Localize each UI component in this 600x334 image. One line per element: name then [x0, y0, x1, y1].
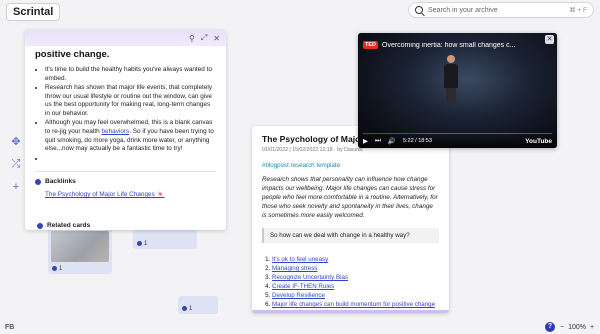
expand-icon[interactable]: ⤢: [201, 33, 207, 43]
search-icon: [415, 6, 423, 14]
video-embed[interactable]: TED Overcoming inertia: how small change…: [358, 33, 557, 148]
note-card-left[interactable]: ⚲ ⤢ ✕ positive change. It's time to buil…: [25, 30, 226, 230]
pin-icon[interactable]: ⚲: [189, 34, 195, 43]
play-icon[interactable]: ▶: [363, 137, 368, 145]
list-item: [45, 155, 216, 164]
list-item[interactable]: Develop Resilience: [272, 291, 439, 300]
thumb-image: [51, 231, 109, 262]
app-logo[interactable]: Scrintal: [6, 3, 61, 21]
backlinks-icon: [35, 178, 41, 185]
volume-icon[interactable]: 🔊: [388, 137, 396, 145]
bullet-list: It's time to build the healthy habits yo…: [25, 60, 226, 163]
card-footer-strip: [252, 310, 449, 313]
list-item[interactable]: Recognize Uncertainty Bias: [272, 273, 439, 282]
move-icon[interactable]: ✥: [10, 136, 22, 148]
list-item[interactable]: It's ok to feel uneasy: [272, 255, 439, 264]
card-paragraph: Research shows that personality can infl…: [262, 176, 438, 219]
ted-badge: TED: [363, 41, 378, 49]
related-cards-heading: Related cards: [37, 222, 90, 229]
speaker-figure: [444, 55, 458, 105]
thumb-count: 1: [137, 241, 147, 247]
close-icon[interactable]: ✕: [545, 35, 554, 44]
card-title: positive change.: [35, 49, 110, 60]
numbered-list: It's ok to feel uneasy Managing stress R…: [252, 243, 449, 309]
youtube-logo[interactable]: YouTube: [525, 138, 552, 145]
card-tag[interactable]: #blogpost research template: [252, 153, 449, 169]
related-label: Related cards: [47, 222, 91, 229]
video-controls: ▶ ⏭ 🔊 5:22 / 18:53 YouTube: [358, 134, 557, 148]
shuffle-icon[interactable]: ⤮: [10, 158, 22, 170]
card-quote: So how can we deal with change in a heal…: [262, 228, 439, 243]
zoom-level: 100%: [568, 324, 586, 331]
thumb-count: 1: [52, 266, 62, 272]
help-button[interactable]: ?: [545, 322, 555, 332]
zoom-in-button[interactable]: +: [590, 324, 594, 331]
search-placeholder: Search in your archive: [428, 6, 498, 14]
list-item[interactable]: Major life changes can build momentum fo…: [272, 300, 439, 309]
note-card-main[interactable]: The Psychology of Major Life 01/01/2022 …: [252, 126, 449, 313]
card-header: ⚲ ⤢ ✕: [25, 30, 226, 46]
list-item: Although you may feel overwhelmed, this …: [45, 119, 216, 154]
backlinks-label: Backlinks: [45, 178, 76, 186]
related-card-thumb[interactable]: 1: [178, 296, 218, 314]
zoom-out-button[interactable]: −: [560, 324, 564, 331]
footer-left-label[interactable]: FB: [5, 324, 14, 331]
search-shortcut: ⌘ + F: [569, 7, 587, 14]
list-item: Research has shown that major life event…: [45, 84, 216, 119]
video-title[interactable]: Overcoming inertia: how small changes c.…: [382, 42, 552, 49]
search-bar[interactable]: Search in your archive ⌘ + F: [408, 2, 594, 18]
video-time: 5:22 / 18:53: [402, 138, 433, 144]
divider: [35, 171, 216, 173]
list-item[interactable]: Managing stress: [272, 264, 439, 273]
list-item: It's time to build the healthy habits yo…: [45, 66, 216, 83]
plus-icon[interactable]: +: [10, 181, 22, 193]
related-card-thumb[interactable]: 1: [48, 228, 112, 274]
next-icon[interactable]: ⏭: [375, 137, 381, 145]
backlink-item[interactable]: The Psychology of Major Life Changes 🍬: [25, 185, 226, 198]
close-icon[interactable]: ✕: [213, 34, 220, 43]
backlinks-heading: Backlinks: [25, 178, 226, 185]
zoom-controls: − 100% +: [560, 324, 594, 331]
highlight-link[interactable]: behaviors: [101, 128, 129, 135]
thumb-count: 1: [182, 306, 192, 312]
related-icon: [37, 222, 43, 229]
list-item[interactable]: Create IF-THEN Rules: [272, 282, 439, 291]
